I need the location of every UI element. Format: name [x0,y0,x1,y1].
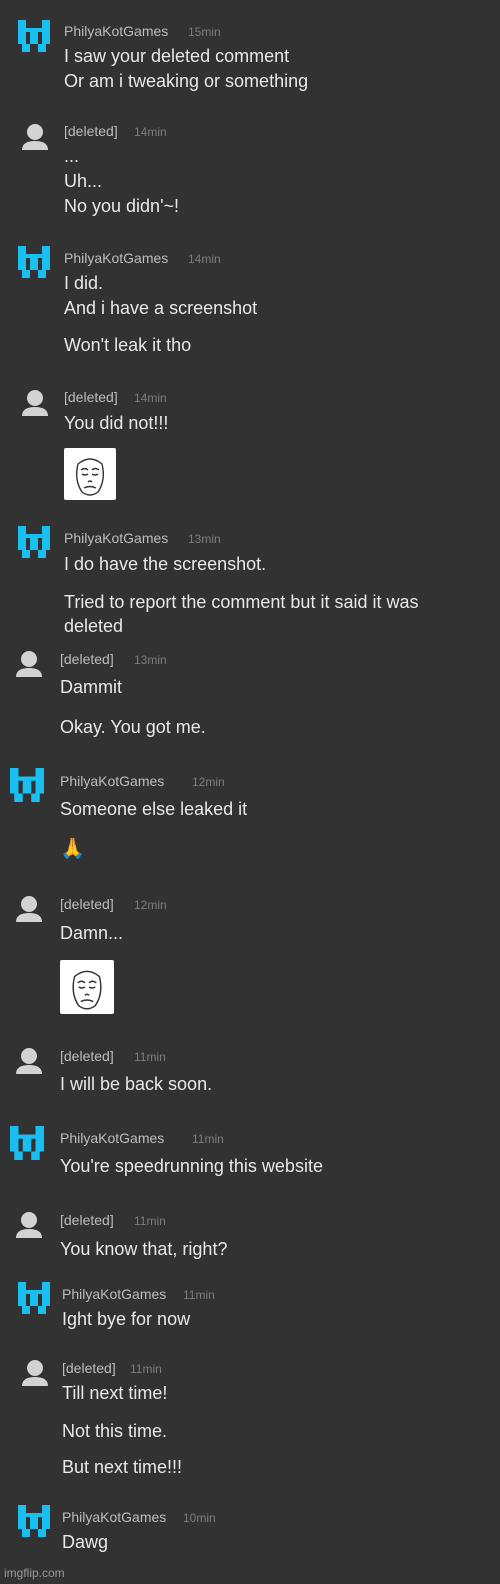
comment-text: I did. [64,273,104,293]
comment-text: Ight bye for now [62,1309,191,1329]
comment-text: Someone else leaked it [60,799,248,819]
philyakotgames-avatar-icon[interactable] [18,1282,50,1314]
timestamp: 13min [134,653,167,667]
philyakotgames-avatar-icon[interactable] [18,1505,50,1537]
username[interactable]: PhilyaKotGames [64,530,168,546]
username: [deleted] [64,123,118,139]
timestamp: 12min [134,898,167,912]
comment-text: Won't leak it tho [64,335,192,355]
timestamp: 11min [183,1288,215,1302]
default-user-avatar-icon [14,1046,46,1078]
comment-text: Or am i tweaking or something [64,71,309,91]
comment-text: I do have the screenshot. [64,554,267,574]
comment-text: You did not!!! [64,413,169,433]
username[interactable]: PhilyaKotGames [64,23,168,39]
comment-text: Okay. You got me. [60,717,206,737]
meme-face-image[interactable] [64,448,116,500]
comment-text: No you didn'~! [64,196,180,216]
comment-text: But next time!!! [62,1457,183,1477]
comment-text: I will be back soon. [60,1074,213,1094]
username: [deleted] [64,389,118,405]
comment-text: Tried to report the comment but it said … [64,592,419,612]
meme-face-image[interactable] [60,960,114,1014]
username: [deleted] [60,896,114,912]
comment-text: Not this time. [62,1421,168,1441]
username[interactable]: PhilyaKotGames [64,250,168,266]
comment-text: You're speedrunning this website [60,1156,323,1176]
default-user-avatar-icon [14,1210,46,1242]
philyakotgames-avatar-icon[interactable] [10,1126,44,1160]
timestamp: 11min [130,1362,162,1376]
philyakotgames-avatar-icon[interactable] [18,246,50,278]
timestamp: 11min [134,1050,166,1064]
timestamp: 10min [183,1511,216,1525]
comment-text: You know that, right? [60,1239,228,1259]
username[interactable]: PhilyaKotGames [62,1509,166,1525]
default-user-avatar-icon [14,649,46,681]
comment-text: Uh... [64,171,103,191]
comment-text: deleted [64,616,124,636]
timestamp: 14min [134,391,167,405]
comment-text: I saw your deleted comment [64,46,290,66]
username: [deleted] [60,1048,114,1064]
default-user-avatar-icon [20,122,52,154]
username[interactable]: PhilyaKotGames [60,1130,164,1146]
username[interactable]: PhilyaKotGames [60,773,164,789]
philyakotgames-avatar-icon[interactable] [18,20,50,52]
default-user-avatar-icon [20,388,52,420]
comment-text: Dawg [62,1532,109,1552]
folded-hands-emoji: 🙏 [60,836,85,860]
comment-text: Till next time! [62,1383,168,1403]
watermark: imgflip.com [4,1566,65,1580]
timestamp: 14min [134,125,167,139]
timestamp: 11min [192,1132,224,1146]
comment-text: Dammit [60,677,122,697]
username: [deleted] [60,1212,114,1228]
default-user-avatar-icon [14,894,46,926]
username[interactable]: PhilyaKotGames [62,1286,166,1302]
username: [deleted] [62,1360,116,1376]
timestamp: 14min [188,252,221,266]
timestamp: 13min [188,532,221,546]
comment-text: ... [64,146,80,166]
timestamp: 11min [134,1214,166,1228]
comment-text: And i have a screenshot [64,298,258,318]
timestamp: 15min [188,25,221,39]
philyakotgames-avatar-icon[interactable] [18,526,50,558]
username: [deleted] [60,651,114,667]
philyakotgames-avatar-icon[interactable] [10,768,44,802]
default-user-avatar-icon [20,1358,52,1390]
comment-text: Damn... [60,923,124,943]
timestamp: 12min [192,775,225,789]
